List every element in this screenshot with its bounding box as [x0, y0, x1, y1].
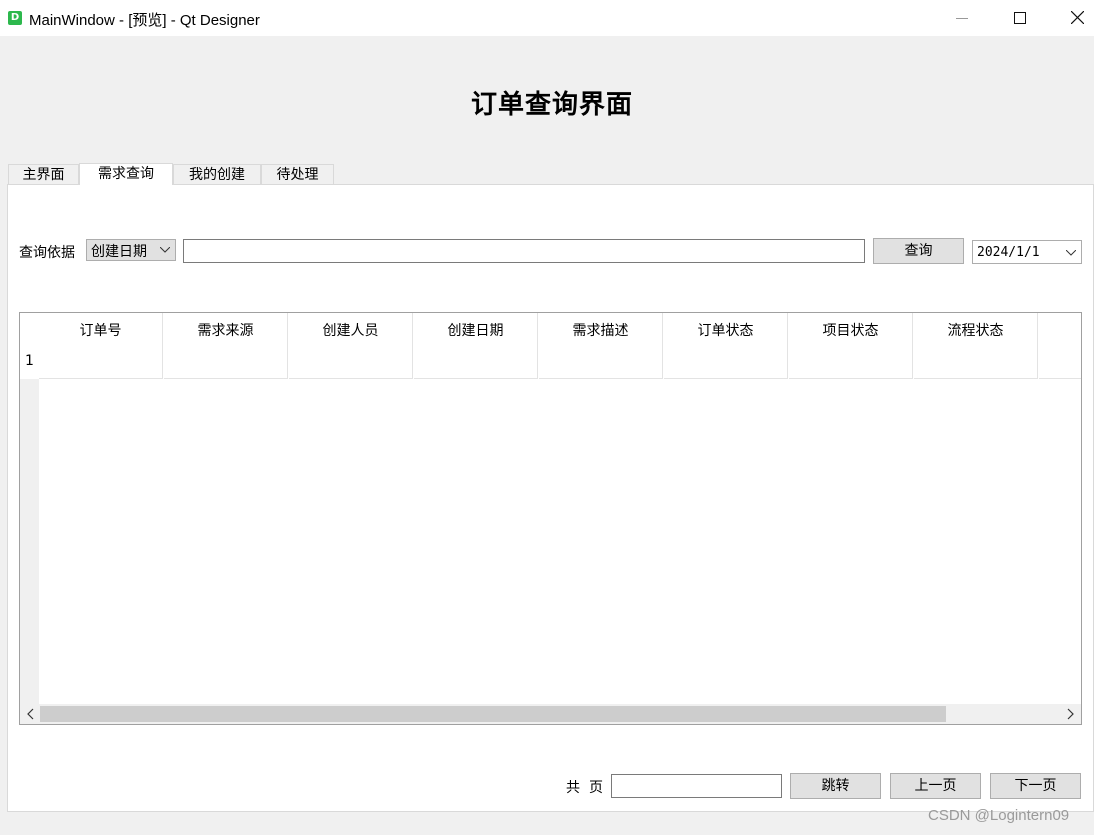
page-number-input[interactable] [611, 774, 782, 798]
minimize-button[interactable] [933, 0, 991, 36]
tab-main[interactable]: 主界面 [8, 164, 79, 184]
chevron-down-icon [160, 247, 170, 253]
criteria-select[interactable]: 创建日期 [86, 239, 176, 261]
column-header-overflow [1039, 313, 1081, 379]
column-header-order-no[interactable]: 订单号 [39, 313, 163, 379]
column-header-project-status[interactable]: 项目状态 [789, 313, 913, 379]
vertical-header [20, 379, 39, 704]
column-header-creator[interactable]: 创建人员 [289, 313, 413, 379]
jump-button[interactable]: 跳转 [790, 773, 881, 799]
horizontal-scrollbar[interactable] [20, 704, 1081, 724]
close-button[interactable] [1048, 0, 1094, 36]
date-picker-value: 2024/1/1 [977, 245, 1040, 260]
prev-page-button[interactable]: 上一页 [890, 773, 981, 799]
next-page-button[interactable]: 下一页 [990, 773, 1081, 799]
column-header-description[interactable]: 需求描述 [539, 313, 663, 379]
qt-designer-app-icon: D [8, 11, 22, 25]
column-header-flow-status[interactable]: 流程状态 [914, 313, 1038, 379]
page-heading: 订单查询界面 [470, 90, 633, 120]
minimize-icon [956, 18, 968, 19]
maximize-icon [1014, 12, 1026, 24]
scrollbar-thumb[interactable] [40, 706, 946, 722]
total-pages-prefix: 共 [566, 780, 580, 796]
total-pages-suffix: 页 [589, 780, 603, 796]
search-input[interactable] [183, 239, 865, 263]
scroll-left-icon[interactable] [26, 707, 34, 721]
window-titlebar[interactable]: D MainWindow - [预览] - Qt Designer [0, 0, 1094, 36]
orders-table[interactable]: 1 订单号 需求来源 创建人员 创建日期 需求描述 订单状态 项目状态 流程状态 [19, 312, 1082, 725]
criteria-label: 查询依据 [19, 245, 75, 261]
tab-my-created[interactable]: 我的创建 [173, 164, 261, 184]
tab-pending[interactable]: 待处理 [261, 164, 334, 184]
tab-requirement-query[interactable]: 需求查询 [79, 163, 173, 185]
maximize-button[interactable] [990, 0, 1048, 36]
date-picker[interactable]: 2024/1/1 [972, 240, 1082, 264]
column-header-source[interactable]: 需求来源 [164, 313, 288, 379]
scroll-right-icon[interactable] [1067, 707, 1075, 721]
column-header-create-date[interactable]: 创建日期 [414, 313, 538, 379]
column-header-order-status[interactable]: 订单状态 [664, 313, 788, 379]
chevron-down-icon [1066, 250, 1076, 256]
table-corner: 1 [20, 313, 39, 379]
window-title: MainWindow - [预览] - Qt Designer [29, 12, 260, 29]
query-button[interactable]: 查询 [873, 238, 964, 264]
watermark: CSDN @Logintern09 [928, 807, 1070, 824]
criteria-select-value: 创建日期 [91, 244, 147, 260]
row-header[interactable]: 1 [20, 353, 39, 369]
close-icon [1071, 11, 1084, 24]
